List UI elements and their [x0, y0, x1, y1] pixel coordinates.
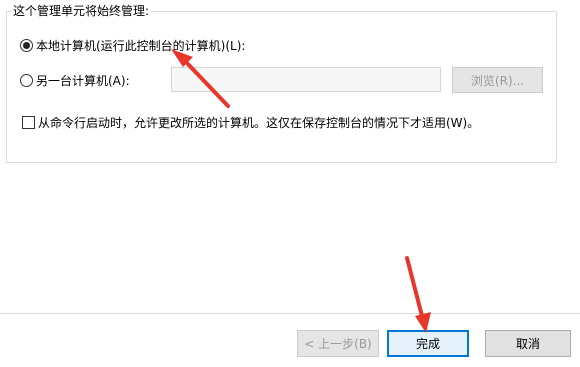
allow-change-option[interactable]: 从命令行启动时，允许更改所选的计算机。这仅在保存控制台的情况下才适用(W)。	[22, 114, 479, 131]
local-computer-label: 本地计算机(运行此控制台的计算机)(L):	[36, 39, 246, 53]
local-computer-radio[interactable]	[20, 39, 33, 52]
allow-change-label: 从命令行启动时，允许更改所选的计算机。这仅在保存控制台的情况下才适用(W)。	[38, 116, 480, 130]
local-computer-option[interactable]: 本地计算机(运行此控制台的计算机)(L):	[20, 37, 245, 54]
back-button[interactable]: < 上一步(B)	[297, 330, 379, 357]
remote-computer-input[interactable]	[171, 67, 441, 92]
allow-change-checkbox[interactable]	[22, 116, 35, 129]
arrow-to-finish-button	[405, 256, 431, 333]
cancel-button[interactable]: 取消	[485, 330, 571, 357]
finish-button[interactable]: 完成	[387, 330, 469, 357]
another-computer-option[interactable]: 另一台计算机(A):	[20, 72, 130, 89]
browse-button[interactable]: 浏览(R)...	[452, 67, 543, 93]
footer-separator	[0, 313, 580, 314]
another-computer-radio[interactable]	[20, 74, 33, 87]
another-computer-label: 另一台计算机(A):	[36, 74, 130, 88]
group-title: 这个管理单元将始终管理:	[11, 4, 152, 18]
